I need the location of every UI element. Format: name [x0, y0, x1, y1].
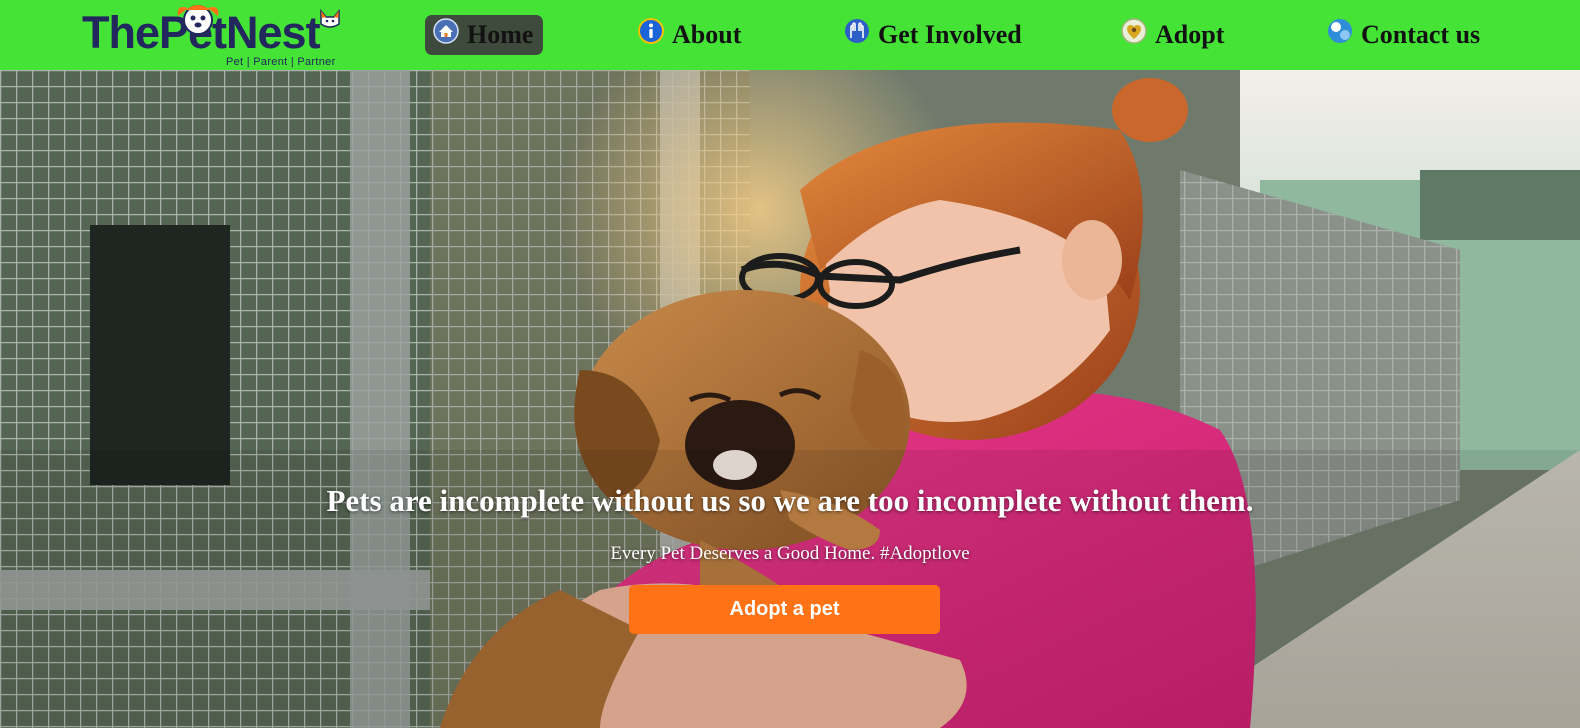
nav-home-label: Home: [467, 20, 534, 49]
nav-get-involved[interactable]: Get Involved: [844, 15, 1022, 55]
nav-about-label: About: [672, 20, 742, 49]
top-navbar: ThePetNest Pet | Parent | Partner Home: [0, 0, 1580, 70]
hero-section: Pets are incomplete without us so we are…: [0, 70, 1580, 728]
nav-adopt[interactable]: Adopt: [1121, 15, 1224, 55]
nav-contact-us[interactable]: Contact us: [1327, 15, 1480, 55]
site-logo[interactable]: ThePetNest Pet | Parent | Partner: [82, 2, 344, 68]
dog-mascot-icon: [177, 5, 219, 35]
paw-heart-icon: [1121, 18, 1147, 44]
nav-about[interactable]: About: [638, 15, 741, 55]
logo-tagline: Pet | Parent | Partner: [226, 56, 336, 68]
home-icon: [433, 18, 459, 44]
hands-icon: [845, 19, 869, 43]
info-icon: [638, 18, 664, 44]
nav-get-involved-label: Get Involved: [878, 20, 1022, 49]
nav-home[interactable]: Home: [425, 15, 543, 55]
nav-contact-us-label: Contact us: [1361, 20, 1481, 49]
hero-quote: Pets are incomplete without us so we are…: [326, 483, 1254, 518]
nav-adopt-label: Adopt: [1155, 20, 1225, 49]
hero-subquote: Every Pet Deserves a Good Home. #Adoptlo…: [610, 543, 970, 564]
adopt-a-pet-button[interactable]: Adopt a pet: [629, 585, 940, 634]
contact-icon: [1328, 19, 1352, 43]
cat-mascot-icon: [320, 8, 340, 28]
